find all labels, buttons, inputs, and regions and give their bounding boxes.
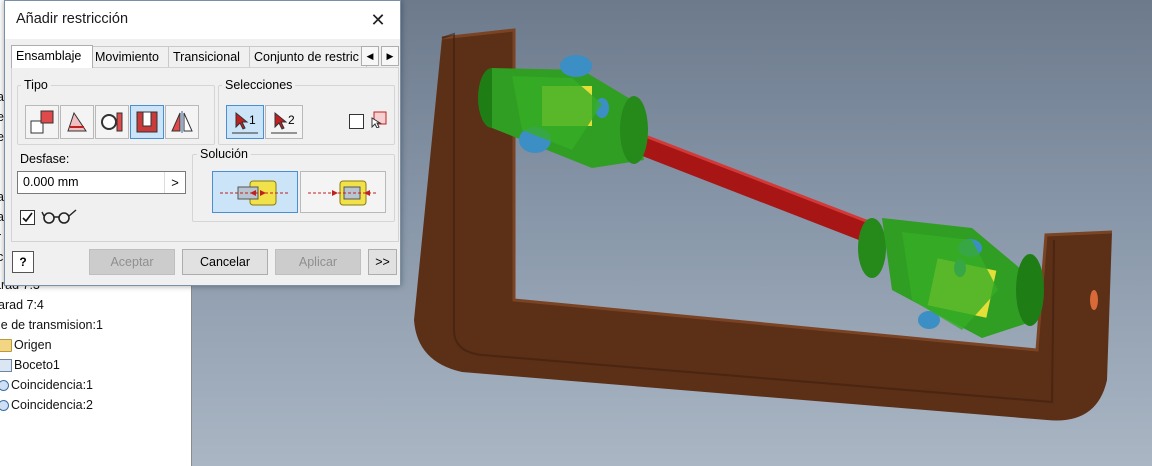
preview-checkbox[interactable] (20, 210, 35, 225)
glasses-icon (41, 209, 77, 224)
offset-arrow-button[interactable]: > (164, 172, 185, 193)
tree-item-label: je de transmision:1 (0, 318, 103, 332)
tree-item-eje-transmision[interactable]: je de transmision:1 (0, 316, 103, 334)
tree-item-label: Coincidencia:1 (11, 378, 93, 392)
check-icon (22, 212, 33, 223)
type-group-label: Tipo (21, 78, 51, 92)
tab-scroll-left-button[interactable]: ◀ (361, 46, 379, 66)
tree-item-label: Boceto1 (14, 358, 60, 372)
tab-strip: Ensamblaje Movimiento Transicional Conju… (11, 45, 399, 68)
offset-value: 0.000 mm (23, 175, 79, 189)
symmetry-button[interactable] (165, 105, 199, 139)
accept-label: Aceptar (110, 255, 154, 269)
tree-item-label: arad 7:4 (0, 298, 44, 312)
angle-icon (67, 111, 87, 132)
tab-conjunto-restricciones[interactable]: Conjunto de restric (249, 46, 367, 68)
tree-item-coincidencia-1[interactable]: Coincidencia:1 (0, 376, 93, 394)
insert-icon (136, 111, 158, 133)
select-1-button[interactable]: 1 (226, 105, 264, 139)
solution-group-label: Solución (197, 147, 251, 161)
constraint-icon (0, 400, 9, 412)
chevron-right-icon: > (171, 175, 179, 190)
tree-item-origen[interactable]: Origen (0, 336, 52, 354)
folder-icon (0, 339, 12, 353)
add-constraint-dialog: Añadir restricción ✕ Ensamblaje Movimien… (4, 0, 401, 286)
selections-group-label: Selecciones (222, 78, 296, 92)
accept-button[interactable]: Aceptar (89, 249, 175, 275)
tree-item-label: Coincidencia:2 (11, 398, 93, 412)
tab-ensamblaje[interactable]: Ensamblaje (11, 45, 93, 68)
apply-button[interactable]: Aplicar (275, 249, 361, 275)
chevron-left-icon: ◀ (366, 51, 374, 61)
tab-label: Ensamblaje (16, 49, 82, 63)
tree-item-carad-7-4[interactable]: arad 7:4 (0, 296, 44, 314)
offset-input[interactable]: 0.000 mm > (17, 171, 186, 194)
tab-label: Transicional (173, 50, 240, 64)
tree-item-clipped[interactable]: r (0, 228, 1, 246)
tree-item-clipped[interactable]: c (0, 248, 3, 266)
pick-part-first-icon (371, 111, 387, 128)
tab-panel-ensamblaje: Tipo Selecciones 1 2 Desfase: 0.000 mm >… (11, 67, 399, 242)
cancel-label: Cancelar (199, 255, 251, 269)
solution-opposed-button[interactable] (212, 171, 298, 213)
sketch-icon (0, 359, 12, 373)
cancel-button[interactable]: Cancelar (182, 249, 268, 275)
tab-label: Conjunto de restric (254, 50, 359, 64)
more-options-button[interactable]: >> (368, 249, 397, 275)
tree-item-label: Origen (14, 338, 52, 352)
tree-item-boceto1[interactable]: Boceto1 (0, 356, 60, 374)
tab-scroll-right-button[interactable]: ▶ (381, 46, 399, 66)
tab-transicional[interactable]: Transicional (168, 46, 252, 68)
tangent-button[interactable] (95, 105, 129, 139)
solution-aligned-button[interactable] (300, 171, 386, 213)
mate-icon (30, 110, 54, 134)
constraint-icon (0, 380, 9, 392)
dialog-title: Añadir restricción (16, 11, 129, 27)
symmetry-icon (171, 111, 193, 133)
universal-joint-right (858, 218, 1044, 338)
shaft-part (632, 132, 875, 242)
insert-button[interactable] (130, 105, 164, 139)
apply-label: Aplicar (298, 255, 338, 269)
angle-button[interactable] (60, 105, 94, 139)
chevron-right-icon: ▶ (386, 51, 394, 61)
tab-label: Movimiento (95, 50, 159, 64)
more-label: >> (375, 255, 390, 269)
select-1-label: 1 (249, 113, 256, 127)
tangent-icon (101, 112, 123, 132)
tree-item-coincidencia-2[interactable]: Coincidencia:2 (0, 396, 93, 414)
dialog-titlebar[interactable]: Añadir restricción ✕ (5, 1, 400, 39)
first-occurrence-checkbox[interactable] (349, 114, 364, 129)
tab-movimiento[interactable]: Movimiento (90, 46, 170, 68)
help-button[interactable]: ? (12, 251, 34, 273)
offset-label: Desfase: (20, 152, 70, 166)
aligned-icon (308, 180, 378, 206)
opposed-icon (220, 180, 290, 206)
help-icon: ? (19, 255, 27, 269)
select-2-label: 2 (288, 113, 295, 127)
close-icon: ✕ (370, 10, 386, 30)
mate-button[interactable] (25, 105, 59, 139)
close-button[interactable]: ✕ (365, 7, 391, 33)
select-2-button[interactable]: 2 (265, 105, 303, 139)
